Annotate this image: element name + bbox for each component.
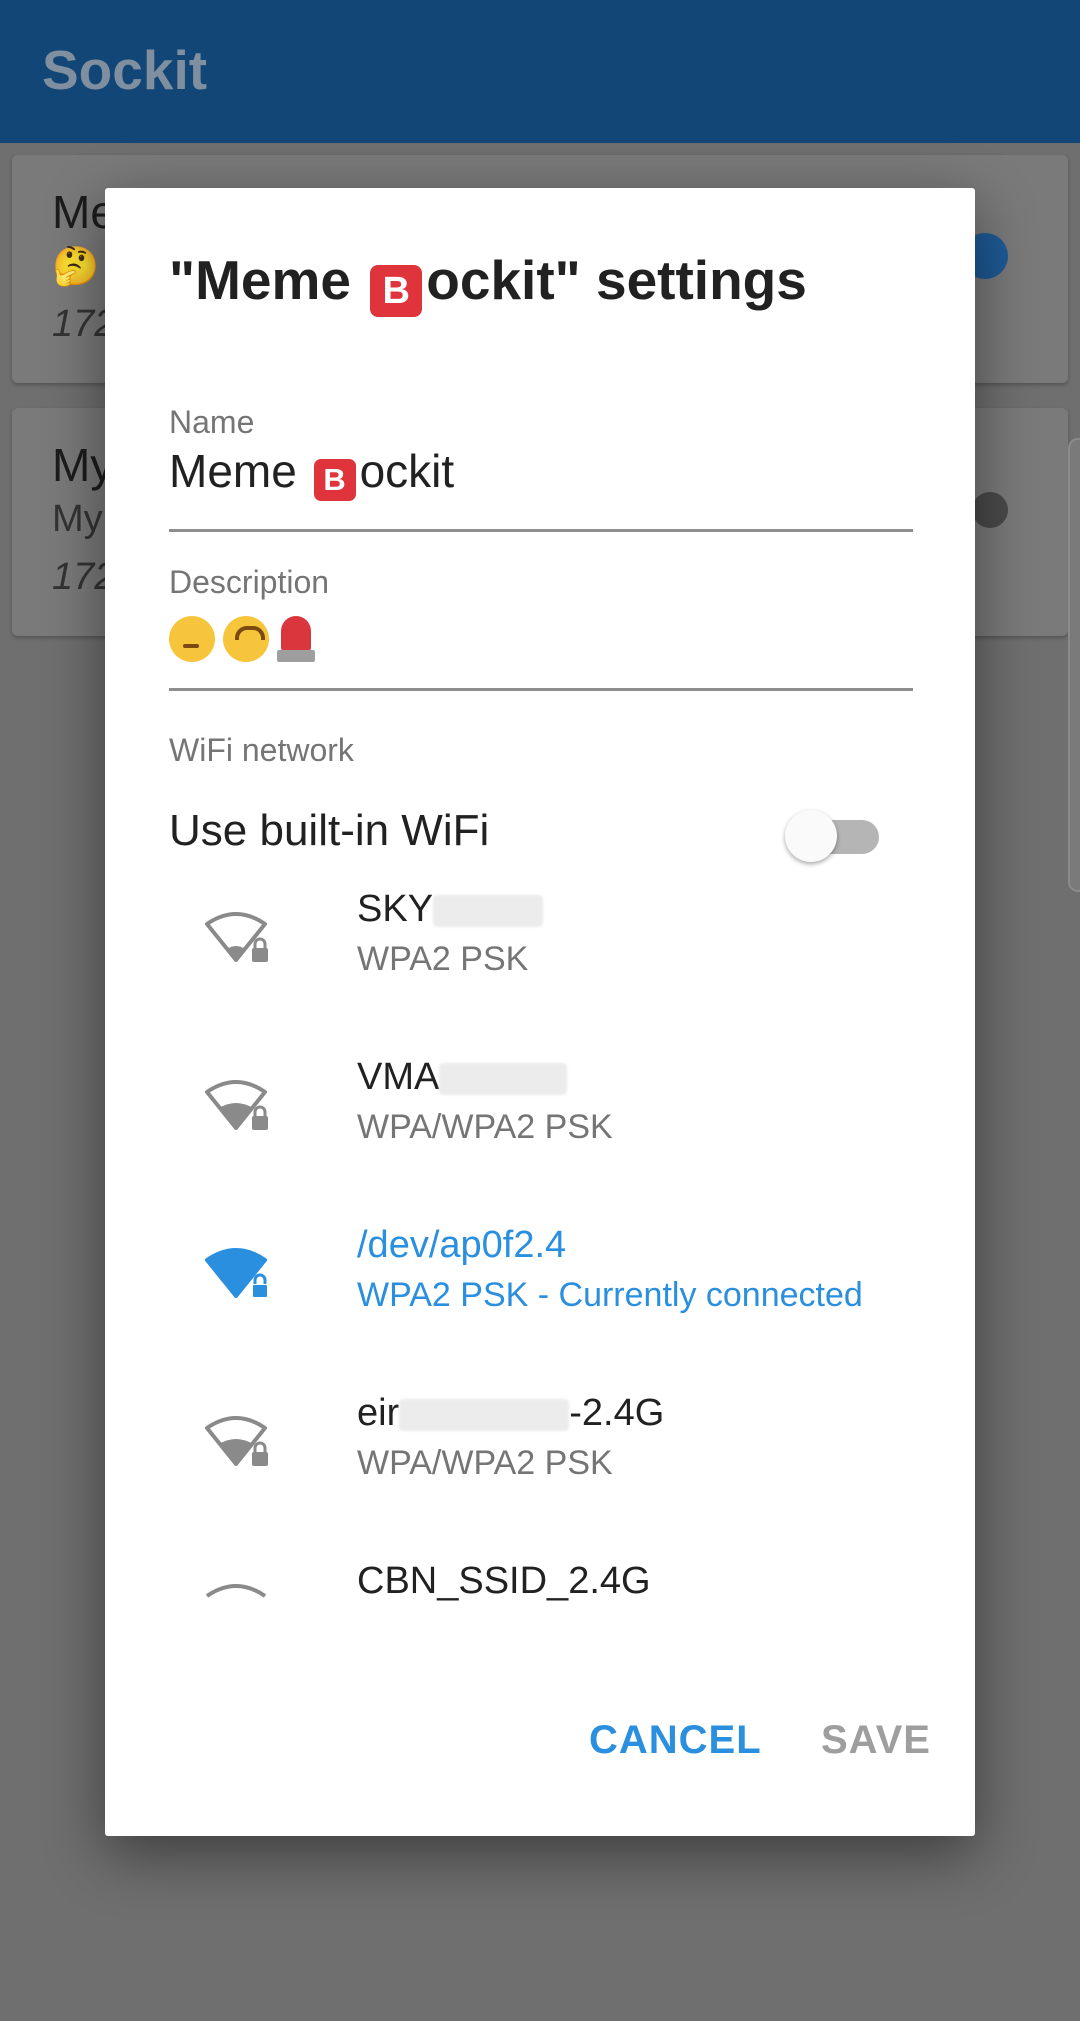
redacted-ssid xyxy=(433,894,544,927)
ssid-suffix: -2.4G xyxy=(569,1392,665,1434)
wifi-network-item-connected[interactable]: /dev/ap0f2.4 WPA2 PSK - Currently connec… xyxy=(105,1224,975,1392)
wifi-network-item[interactable]: eir -2.4G WPA/WPA2 PSK xyxy=(105,1392,975,1560)
settings-dialog: "Meme Bockit" settings Name Meme Bockit … xyxy=(105,188,975,1836)
wifi-weak-icon xyxy=(205,1584,267,1598)
police-light-icon xyxy=(277,615,315,662)
edge-panel-handle[interactable] xyxy=(1068,438,1080,892)
sockit-card-description: 🤔 xyxy=(52,246,100,288)
wifi-network-label: WiFi network xyxy=(169,732,354,768)
wifi-network-item[interactable]: VMA WPA/WPA2 PSK xyxy=(105,1056,975,1224)
name-underline xyxy=(169,529,913,532)
cancel-button[interactable]: CANCEL xyxy=(589,1718,762,1763)
builtin-wifi-label: Use built-in WiFi xyxy=(169,806,490,855)
wifi-network-item[interactable]: CBN_SSID_2.4G xyxy=(105,1560,975,1620)
ssid-text: VMA xyxy=(357,1056,440,1098)
redacted-ssid xyxy=(439,1062,568,1095)
name-value-prefix: Meme xyxy=(169,445,310,497)
builtin-wifi-switch[interactable] xyxy=(785,806,885,862)
network-security: WPA/WPA2 PSK xyxy=(357,1444,613,1482)
network-ssid: /dev/ap0f2.4 xyxy=(357,1224,567,1266)
network-security: WPA2 PSK xyxy=(357,940,529,978)
name-label: Name xyxy=(169,404,255,440)
thinking-face-icon xyxy=(169,615,215,662)
wifi-medium-locked-icon xyxy=(205,1416,268,1466)
dialog-title: "Meme Bockit" settings xyxy=(169,248,807,317)
network-security: WPA/WPA2 PSK xyxy=(357,1108,613,1146)
network-ssid: eir -2.4G xyxy=(357,1392,664,1435)
app-bar: Sockit xyxy=(0,0,1080,143)
b-button-emoji-icon: B xyxy=(370,265,423,317)
dialog-title-suffix: ockit" settings xyxy=(426,249,807,311)
ssid-text: SKY xyxy=(357,888,434,930)
wifi-medium-locked-icon xyxy=(205,1080,268,1130)
dialog-title-prefix: "Meme xyxy=(169,249,367,311)
name-value-suffix: ockit xyxy=(359,445,455,497)
wifi-network-list[interactable]: SKY WPA2 PSK VMA WPA/WPA2 PSK /dev/ap0f2… xyxy=(105,888,975,1796)
upside-down-face-icon xyxy=(223,615,269,662)
save-button[interactable]: SAVE xyxy=(821,1718,931,1763)
redacted-ssid xyxy=(399,1398,570,1431)
app-title: Sockit xyxy=(42,39,208,101)
description-input[interactable] xyxy=(169,608,315,662)
description-label: Description xyxy=(169,564,330,600)
network-ssid: CBN_SSID_2.4G xyxy=(357,1560,651,1602)
description-underline xyxy=(169,688,913,691)
network-ssid: SKY xyxy=(357,888,544,931)
ssid-text: eir xyxy=(357,1392,400,1434)
sockit-card-toggle[interactable] xyxy=(972,492,1008,528)
b-button-emoji-icon: B xyxy=(313,459,356,501)
switch-thumb xyxy=(785,810,837,862)
network-ssid: VMA xyxy=(357,1056,568,1099)
wifi-weak-locked-icon xyxy=(205,912,268,962)
network-security: WPA2 PSK - Currently connected xyxy=(357,1276,863,1314)
sockit-card-description: My xyxy=(52,498,103,540)
wifi-network-item[interactable]: SKY WPA2 PSK xyxy=(105,888,975,1056)
wifi-full-locked-icon xyxy=(205,1248,269,1299)
name-input[interactable]: Meme Bockit xyxy=(169,444,454,501)
